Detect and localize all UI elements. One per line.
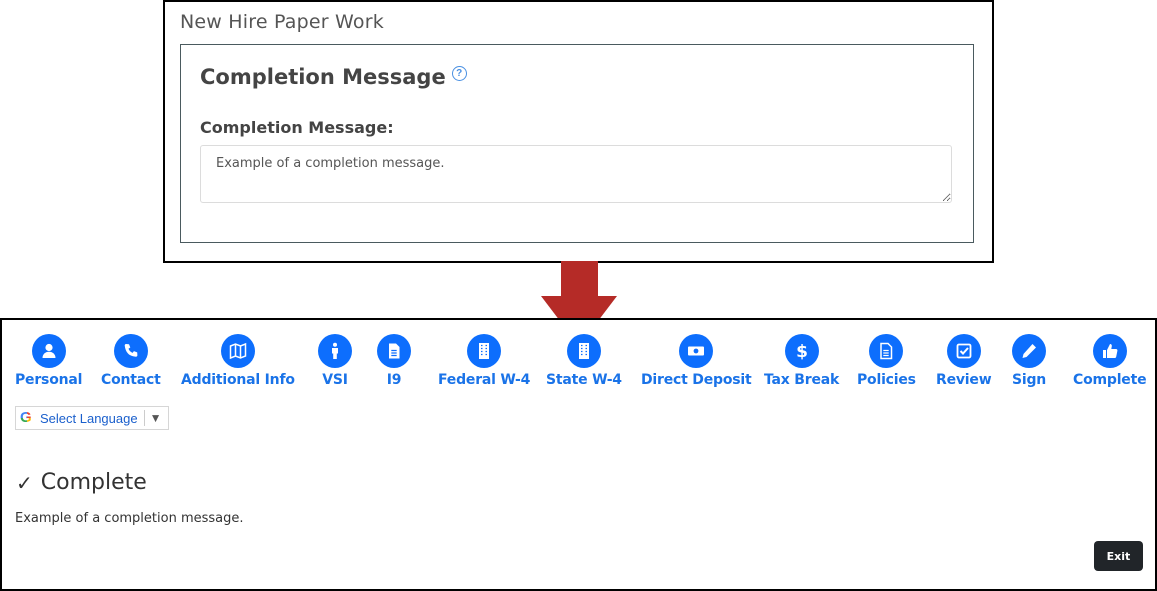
step-label: Tax Break bbox=[764, 372, 840, 388]
step-sign[interactable]: Sign bbox=[1012, 334, 1046, 388]
step-label: Personal bbox=[15, 372, 83, 388]
step-label: Sign bbox=[1012, 372, 1047, 388]
pencil-icon bbox=[1022, 344, 1037, 358]
step-label: VSI bbox=[322, 372, 348, 388]
completion-message-card: Completion Message? Completion Message: … bbox=[180, 44, 974, 243]
down-arrow-shaft bbox=[561, 261, 598, 297]
dollar-icon: $ bbox=[796, 342, 808, 361]
step-label: Complete bbox=[1073, 372, 1147, 388]
step-state-w4[interactable]: State W-4 bbox=[546, 334, 622, 388]
check-icon: ✓ bbox=[16, 470, 33, 495]
step-label: State W-4 bbox=[546, 372, 622, 388]
step-personal[interactable]: Personal bbox=[15, 334, 82, 388]
step-label: Review bbox=[936, 372, 992, 388]
card-heading-text: Completion Message bbox=[200, 65, 446, 89]
completion-message-textarea[interactable]: Example of a completion message. bbox=[200, 145, 952, 203]
map-icon bbox=[229, 342, 247, 360]
step-complete[interactable]: Complete bbox=[1073, 334, 1147, 388]
step-nav: Personal Contact Additional Info VSI I9 … bbox=[2, 334, 1155, 394]
step-contact[interactable]: Contact bbox=[101, 334, 161, 388]
step-label: Direct Deposit bbox=[641, 372, 752, 388]
question-circle-icon[interactable]: ? bbox=[451, 66, 467, 81]
building-icon bbox=[479, 343, 490, 359]
google-icon: G bbox=[20, 410, 34, 425]
exit-button[interactable]: Exit bbox=[1094, 541, 1143, 571]
step-additional-info[interactable]: Additional Info bbox=[181, 334, 295, 388]
language-select-label: Select Language bbox=[40, 410, 138, 426]
thumbs-up-icon bbox=[1102, 344, 1118, 358]
phone-icon bbox=[124, 344, 138, 357]
panel-title: New Hire Paper Work bbox=[180, 11, 384, 33]
step-tax-break[interactable]: $ Tax Break bbox=[764, 334, 839, 388]
step-i9[interactable]: I9 bbox=[377, 334, 411, 388]
step-federal-w4[interactable]: Federal W-4 bbox=[438, 334, 530, 388]
step-review[interactable]: Review bbox=[936, 334, 992, 388]
result-panel: Personal Contact Additional Info VSI I9 … bbox=[0, 318, 1157, 591]
card-heading: Completion Message? bbox=[200, 65, 467, 89]
standing-person-icon bbox=[332, 342, 338, 359]
step-vsi[interactable]: VSI bbox=[318, 334, 352, 388]
money-bill-icon bbox=[688, 346, 705, 356]
completion-message-text: Example of a completion message. bbox=[15, 511, 244, 526]
step-label: Contact bbox=[101, 372, 161, 388]
language-select[interactable]: G Select Language ▼ bbox=[15, 406, 169, 430]
complete-heading: ✓ Complete bbox=[16, 470, 147, 495]
document-icon bbox=[389, 343, 400, 359]
step-label: Federal W-4 bbox=[438, 372, 531, 388]
person-icon bbox=[42, 343, 56, 358]
complete-heading-text: Complete bbox=[40, 470, 147, 495]
editor-panel: New Hire Paper Work Completion Message? … bbox=[163, 0, 994, 263]
building-icon bbox=[578, 343, 589, 359]
step-direct-deposit[interactable]: Direct Deposit bbox=[641, 334, 752, 388]
step-label: I9 bbox=[386, 372, 402, 388]
caret-down-icon: ▼ bbox=[149, 411, 162, 425]
svg-text:$: $ bbox=[796, 342, 808, 361]
step-label: Policies bbox=[857, 372, 916, 388]
document-icon bbox=[880, 342, 893, 360]
completion-message-label: Completion Message: bbox=[200, 118, 394, 137]
check-square-icon bbox=[956, 343, 972, 359]
step-policies[interactable]: Policies bbox=[857, 334, 916, 388]
step-label: Additional Info bbox=[181, 372, 295, 388]
